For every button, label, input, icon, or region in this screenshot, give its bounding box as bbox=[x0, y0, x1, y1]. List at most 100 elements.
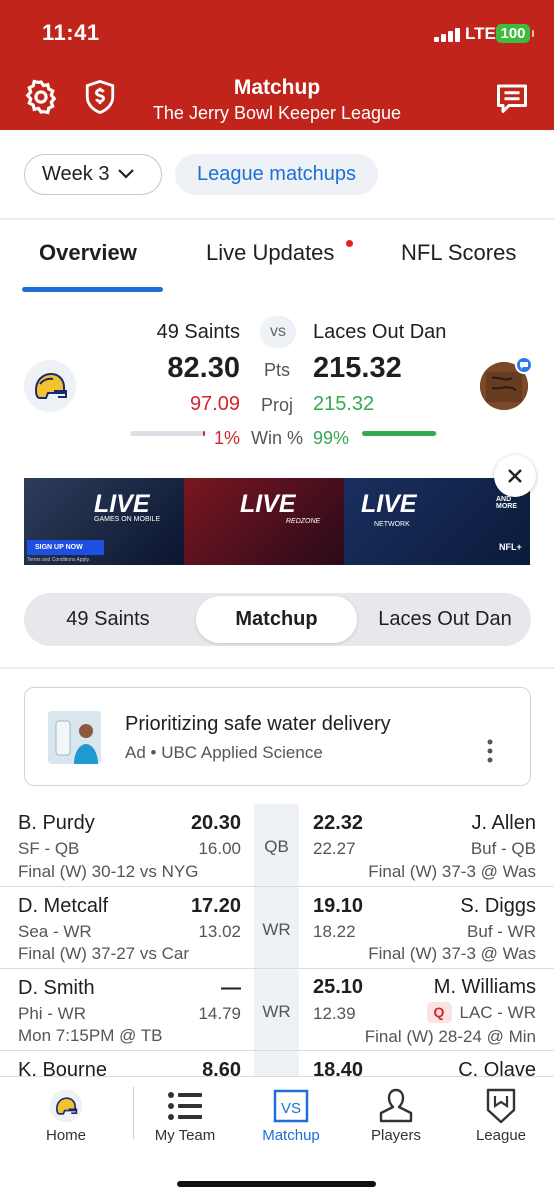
win-label: Win % bbox=[251, 428, 304, 448]
left-player-proj: 13.02 bbox=[198, 922, 241, 941]
right-player-proj: 18.22 bbox=[313, 922, 356, 941]
win-bar-right-fill bbox=[362, 431, 436, 436]
status-time: 11:41 bbox=[42, 20, 100, 45]
chat-icon[interactable] bbox=[494, 80, 530, 121]
banner-ad[interactable]: LIVE GAMES ON MOBILE LIVE REDZONE LIVE N… bbox=[24, 478, 530, 565]
table-row[interactable]: D. Smith — Phi - WR 14.79 Mon 7:15PM @ T… bbox=[0, 969, 554, 1051]
table-row[interactable]: B. Purdy 20.30 SF - QB 16.00 Final (W) 3… bbox=[0, 804, 554, 886]
week-label: Week 3 bbox=[42, 163, 110, 185]
pts-label: Pts bbox=[264, 360, 291, 380]
win-bar-left-fill bbox=[203, 431, 205, 436]
nav-league-label: League bbox=[475, 1127, 527, 1144]
chat-badge-icon bbox=[515, 356, 533, 374]
table-row[interactable]: K. Bourne 8.60 18.40 C. Olave bbox=[0, 1051, 554, 1076]
tab-live-updates[interactable]: Live Updates bbox=[206, 240, 334, 266]
right-player-game: Final (W) 37-3 @ Was bbox=[368, 862, 536, 881]
app-header: 11:41 LTE 100 Matchup The Jerry Bowl Kee… bbox=[0, 0, 554, 130]
position-label: QB bbox=[264, 837, 289, 856]
live-updates-badge bbox=[346, 240, 353, 247]
right-player-name[interactable]: J. Allen bbox=[472, 812, 536, 835]
left-player-points: 17.20 bbox=[190, 895, 241, 917]
nav-matchup[interactable]: VS Matchup bbox=[251, 1077, 331, 1157]
left-player-team: Sea - WR bbox=[18, 922, 92, 941]
right-player-proj: 12.39 bbox=[313, 1004, 356, 1023]
vs-icon: VS bbox=[273, 1089, 309, 1123]
nav-separator bbox=[133, 1087, 134, 1139]
left-player-points: 8.60 bbox=[202, 1059, 241, 1076]
left-player-proj: 14.79 bbox=[198, 1004, 241, 1023]
left-player-points: 20.30 bbox=[190, 812, 241, 834]
helmet-icon bbox=[49, 1089, 83, 1123]
nav-league[interactable]: League bbox=[461, 1077, 541, 1157]
right-player-team: Buf - QB bbox=[470, 839, 536, 858]
left-player-game: Final (W) 30-12 vs NYG bbox=[18, 862, 199, 881]
page-title: Matchup bbox=[233, 76, 321, 99]
banner-fine-print: Terms and Conditions Apply. bbox=[27, 557, 90, 563]
right-player-points: 19.10 bbox=[313, 895, 364, 917]
left-player-points: — bbox=[221, 977, 241, 999]
close-ad-button[interactable] bbox=[494, 455, 536, 497]
win-bar-left-track bbox=[130, 431, 205, 436]
banner-sub-3: NETWORK bbox=[374, 521, 410, 528]
nav-home[interactable]: Home bbox=[26, 1077, 106, 1157]
right-player-points: 22.32 bbox=[313, 812, 364, 834]
nav-my-team[interactable]: My Team bbox=[145, 1077, 225, 1157]
banner-signup-button[interactable]: SIGN UP NOW bbox=[27, 540, 104, 555]
team-points-right: 215.32 bbox=[313, 352, 402, 384]
right-player-name[interactable]: S. Diggs bbox=[460, 895, 536, 918]
league-name: The Jerry Bowl Keeper League bbox=[152, 103, 402, 123]
left-player-team: SF - QB bbox=[18, 839, 80, 858]
segment-right-team[interactable]: Laces Out Dan bbox=[359, 593, 531, 646]
banner-live-3: LIVE bbox=[361, 490, 417, 518]
player-icon bbox=[379, 1088, 413, 1123]
right-player-team: Buf - WR bbox=[467, 922, 536, 941]
segment-matchup[interactable]: Matchup bbox=[196, 593, 357, 646]
ad-title: Prioritizing safe water delivery bbox=[125, 713, 391, 735]
left-player-team: Phi - WR bbox=[18, 1004, 86, 1023]
right-player-proj: 22.27 bbox=[313, 839, 356, 858]
sponsored-card[interactable]: Prioritizing safe water delivery Ad • UB… bbox=[24, 687, 531, 786]
right-player-name[interactable]: M. Williams bbox=[434, 976, 536, 999]
battery-icon: 100 bbox=[496, 24, 534, 43]
left-player-name[interactable]: K. Bourne bbox=[18, 1059, 107, 1076]
proj-label: Proj bbox=[261, 395, 294, 415]
more-options-icon[interactable] bbox=[485, 738, 495, 769]
left-player-name[interactable]: D. Metcalf bbox=[18, 895, 108, 918]
signal-icon bbox=[434, 26, 462, 42]
close-icon bbox=[508, 469, 522, 483]
win-pct-left: 1% bbox=[213, 428, 240, 448]
nav-players[interactable]: Players bbox=[356, 1077, 436, 1157]
left-player-name[interactable]: D. Smith bbox=[18, 977, 95, 1000]
tab-nfl-scores[interactable]: NFL Scores bbox=[401, 240, 516, 266]
win-pct-right: 99% bbox=[313, 428, 350, 448]
team-name-left[interactable]: 49 Saints bbox=[157, 321, 240, 344]
team-avatar-left[interactable] bbox=[24, 360, 76, 412]
banner-live-1: LIVE bbox=[94, 490, 150, 518]
team-proj-left: 97.09 bbox=[189, 393, 240, 415]
nav-players-label: Players bbox=[370, 1127, 422, 1144]
position-label: WR bbox=[262, 1002, 291, 1021]
nav-home-label: Home bbox=[45, 1127, 86, 1144]
svg-text:VS: VS bbox=[281, 1100, 301, 1117]
vs-label: vs bbox=[260, 316, 296, 348]
banner-more: AND MORE bbox=[496, 496, 517, 510]
helmet-icon bbox=[34, 372, 67, 399]
team-name-right[interactable]: Laces Out Dan bbox=[313, 321, 446, 344]
left-player-proj: 16.00 bbox=[198, 839, 241, 858]
position-label: WR bbox=[262, 920, 291, 939]
right-player-name[interactable]: C. Olave bbox=[458, 1059, 536, 1076]
right-player-team-line: Q LAC - WR bbox=[426, 1002, 537, 1023]
left-player-name[interactable]: B. Purdy bbox=[18, 812, 95, 835]
segment-left-team[interactable]: 49 Saints bbox=[24, 593, 192, 646]
active-tab-indicator bbox=[22, 287, 163, 292]
week-selector[interactable]: Week 3 bbox=[24, 154, 162, 195]
league-matchups-button[interactable]: League matchups bbox=[175, 154, 378, 195]
banner-sub-2: REDZONE bbox=[286, 518, 321, 525]
banner-sub-1: GAMES ON MOBILE bbox=[94, 516, 161, 523]
left-player-game: Final (W) 37-27 vs Car bbox=[18, 944, 189, 963]
table-row[interactable]: D. Metcalf 17.20 Sea - WR 13.02 Final (W… bbox=[0, 887, 554, 969]
nfl-plus-logo: NFL+ bbox=[499, 542, 522, 552]
tab-overview[interactable]: Overview bbox=[39, 240, 137, 266]
right-player-team: LAC - WR bbox=[459, 1003, 537, 1022]
right-player-points: 25.10 bbox=[313, 976, 364, 998]
